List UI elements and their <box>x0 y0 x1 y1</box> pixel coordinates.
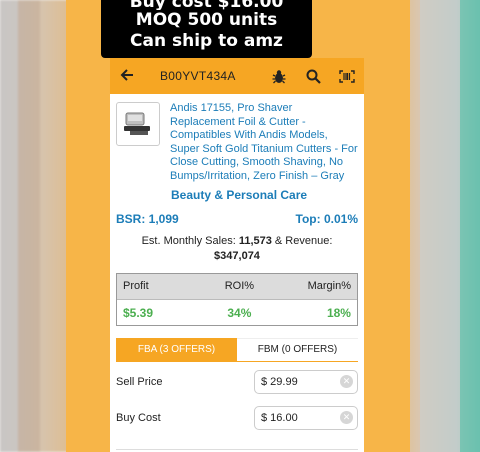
buy-cost-label: Buy Cost <box>116 411 161 424</box>
buy-cost-row: Buy Cost $ 16.00 ✕ <box>110 402 364 434</box>
roi-header: ROI% <box>224 280 255 293</box>
margin-header: Margin% <box>307 280 351 293</box>
caption-line-ship: Can ship to amz <box>130 31 283 51</box>
sales-estimate: Est. Monthly Sales: 11,573 & Revenue: $3… <box>110 234 364 264</box>
caption-line-moq: MOQ 500 units <box>135 10 278 30</box>
product-title[interactable]: Andis 17155, Pro Shaver Replacement Foil… <box>170 102 358 184</box>
asin-label: B00YVT434A <box>160 69 236 83</box>
sell-price-input[interactable]: $ 29.99 ✕ <box>254 369 358 394</box>
profit-header: Profit <box>123 280 149 293</box>
app-toolbar: B00YVT434A <box>110 58 364 94</box>
clear-icon[interactable]: ✕ <box>340 375 353 389</box>
sell-price-value: $ 29.99 <box>261 375 298 388</box>
sales-mid: & Revenue: <box>271 234 333 247</box>
product-header: Andis 17155, Pro Shaver Replacement Foil… <box>110 94 364 184</box>
top-percent: Top: 0.01% <box>295 211 358 226</box>
bsr-value: BSR: 1,099 <box>116 211 179 226</box>
metrics-header-row: Profit ROI% Margin% <box>117 273 357 300</box>
profit-metrics-table: Profit ROI% Margin% $5.39 34% 18% <box>116 272 358 326</box>
margin-value: 18% <box>326 305 351 320</box>
clear-icon[interactable]: ✕ <box>340 411 353 425</box>
rank-row: BSR: 1,099 Top: 0.01% <box>110 202 364 226</box>
caption-line-cut: Buy cost $16.00 <box>129 0 284 10</box>
caption-overlay: Buy cost $16.00 MOQ 500 units Can ship t… <box>101 0 312 58</box>
divider <box>116 449 358 450</box>
roi-value: 34% <box>227 305 252 320</box>
sales-prefix: Est. Monthly Sales: <box>141 234 239 247</box>
tab-fbm[interactable]: FBM (0 OFFERS) <box>237 337 358 362</box>
product-image[interactable] <box>116 102 160 146</box>
offer-tabs: FBA (3 OFFERS) FBM (0 OFFERS) <box>116 337 358 362</box>
bug-icon[interactable] <box>262 58 296 94</box>
sales-value: 11,573 <box>238 234 272 247</box>
buy-cost-value: $ 16.00 <box>261 411 298 424</box>
profit-value: $5.39 <box>123 305 154 320</box>
search-icon[interactable] <box>296 58 330 94</box>
sell-price-row: Sell Price $ 29.99 ✕ <box>110 366 364 398</box>
revenue-value: $347,074 <box>214 249 260 262</box>
buy-cost-input[interactable]: $ 16.00 ✕ <box>254 405 358 430</box>
product-category[interactable]: Beauty & Personal Care <box>110 188 364 202</box>
sell-price-label: Sell Price <box>116 375 163 388</box>
metrics-value-row: $5.39 34% 18% <box>117 300 357 326</box>
tab-fba[interactable]: FBA (3 OFFERS) <box>116 337 237 362</box>
back-arrow-icon[interactable] <box>110 66 144 87</box>
product-detail-panel: Andis 17155, Pro Shaver Replacement Foil… <box>110 94 364 452</box>
barcode-scan-icon[interactable] <box>330 58 364 94</box>
